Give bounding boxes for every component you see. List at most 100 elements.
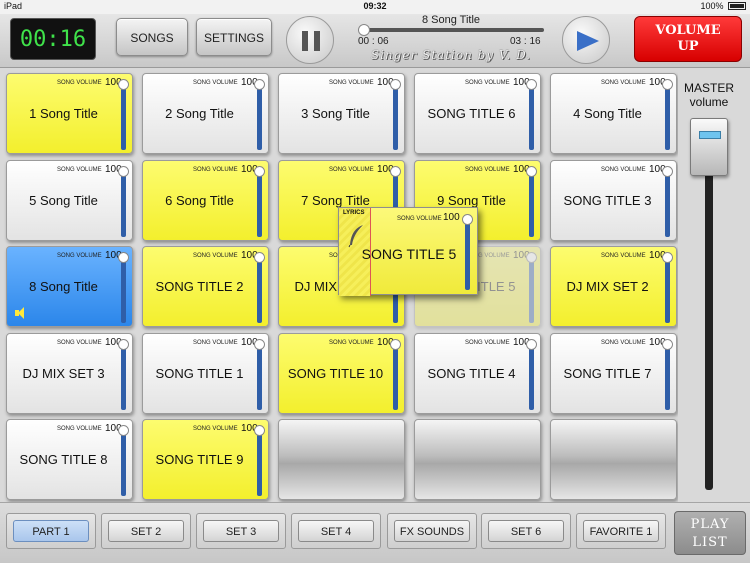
song-volume-knob[interactable] — [526, 166, 537, 177]
song-volume-slider[interactable] — [121, 257, 126, 323]
pad-title: 1 Song Title — [29, 106, 98, 121]
settings-button[interactable]: SETTINGS — [196, 18, 272, 56]
song-volume-slider[interactable] — [257, 430, 262, 496]
song-pad[interactable]: SONG VOLUME 100 SONG TITLE 8 — [6, 419, 133, 500]
song-pad[interactable]: SONG VOLUME 100 3 Song Title — [278, 73, 405, 154]
pad-title: 8 Song Title — [29, 279, 98, 294]
song-pad[interactable]: SONG VOLUME 100 5 Song Title — [6, 160, 133, 241]
song-volume-knob[interactable] — [118, 79, 129, 90]
song-volume-slider[interactable] — [257, 171, 262, 237]
song-volume-slider[interactable] — [529, 84, 534, 150]
master-volume-track[interactable] — [705, 168, 713, 490]
song-pad[interactable]: SONG VOLUME 100 DJ MIX SET 2 — [550, 246, 677, 327]
top-toolbar: 00:16 SONGS SETTINGS 8 Song Title 00 : 0… — [0, 14, 750, 68]
empty-pad[interactable] — [278, 419, 405, 500]
song-volume-slider[interactable] — [121, 84, 126, 150]
status-bar: iPad 09:32 100% — [0, 0, 750, 14]
set-tab[interactable]: PART 1 — [6, 513, 96, 549]
progress-slider[interactable] — [357, 24, 544, 36]
song-volume-knob[interactable] — [662, 166, 673, 177]
song-volume-knob[interactable] — [390, 166, 401, 177]
song-volume-knob[interactable] — [390, 79, 401, 90]
song-pad[interactable]: SONG VOLUME 100 SONG TITLE 1 — [142, 333, 269, 414]
song-pad[interactable]: SONG VOLUME 100 SONG TITLE 7 — [550, 333, 677, 414]
song-volume-slider[interactable] — [121, 171, 126, 237]
song-volume-label: SONG VOLUME — [465, 167, 510, 173]
song-pad[interactable]: SONG VOLUME 100 SONG TITLE 4 — [414, 333, 541, 414]
song-volume-slider[interactable] — [465, 220, 470, 290]
volume-up-button[interactable]: VOLUME UP — [634, 16, 742, 62]
song-volume-knob[interactable] — [662, 339, 673, 350]
song-volume-slider[interactable] — [257, 344, 262, 410]
pause-button[interactable] — [286, 16, 334, 64]
song-volume-slider[interactable] — [665, 257, 670, 323]
pad-title: 2 Song Title — [165, 106, 234, 121]
song-pad[interactable]: SONG VOLUME 100 8 Song Title — [6, 246, 133, 327]
song-volume-slider[interactable] — [121, 430, 126, 496]
pad-title: SONG TITLE 7 — [563, 366, 652, 381]
total-time: 03 : 16 — [510, 36, 541, 47]
song-volume-knob[interactable] — [254, 79, 265, 90]
song-volume-slider[interactable] — [665, 344, 670, 410]
song-volume-knob[interactable] — [254, 339, 265, 350]
song-volume-slider[interactable] — [393, 84, 398, 150]
set-tab[interactable]: SET 2 — [101, 513, 191, 549]
song-volume-slider[interactable] — [665, 171, 670, 237]
song-volume-slider[interactable] — [529, 344, 534, 410]
quill-icon — [348, 225, 363, 248]
pad-title: 5 Song Title — [29, 193, 98, 208]
songs-button[interactable]: SONGS — [116, 18, 188, 56]
speaker-icon — [15, 307, 29, 319]
set-tab-label: FX SOUNDS — [394, 520, 470, 542]
song-pad[interactable]: SONG VOLUME 100 SONG TITLE 6 — [414, 73, 541, 154]
song-volume-knob[interactable] — [254, 252, 265, 263]
empty-pad[interactable] — [414, 419, 541, 500]
dragged-song-pad[interactable]: LYRICS SONG VOLUME 100 SONG TITLE 5 — [338, 207, 478, 296]
song-pad[interactable]: SONG VOLUME 100 1 Song Title — [6, 73, 133, 154]
song-volume-knob[interactable] — [526, 252, 537, 263]
progress-knob[interactable] — [357, 24, 370, 36]
playlist-button[interactable]: PLAY LIST — [674, 511, 746, 555]
song-volume-slider[interactable] — [529, 171, 534, 237]
song-volume-knob[interactable] — [254, 166, 265, 177]
song-volume-knob[interactable] — [462, 214, 473, 225]
song-pad[interactable]: SONG VOLUME 100 2 Song Title — [142, 73, 269, 154]
song-volume-knob[interactable] — [118, 166, 129, 177]
song-volume-knob[interactable] — [526, 339, 537, 350]
song-volume-knob[interactable] — [254, 425, 265, 436]
pad-title: 7 Song Title — [301, 193, 370, 208]
song-volume-slider[interactable] — [529, 257, 534, 323]
song-pad[interactable]: SONG VOLUME 100 4 Song Title — [550, 73, 677, 154]
set-tab[interactable]: FX SOUNDS — [387, 513, 477, 549]
song-pad[interactable]: SONG VOLUME 100 SONG TITLE 10 — [278, 333, 405, 414]
song-volume-slider[interactable] — [257, 257, 262, 323]
song-pad[interactable]: SONG VOLUME 100 SONG TITLE 9 — [142, 419, 269, 500]
song-pad[interactable]: SONG VOLUME 100 SONG TITLE 3 — [550, 160, 677, 241]
song-volume-knob[interactable] — [390, 339, 401, 350]
song-pad[interactable]: SONG VOLUME 100 DJ MIX SET 3 — [6, 333, 133, 414]
song-volume-knob[interactable] — [662, 79, 673, 90]
song-volume-knob[interactable] — [118, 425, 129, 436]
song-pad[interactable]: SONG VOLUME 100 6 Song Title — [142, 160, 269, 241]
song-volume-slider[interactable] — [257, 84, 262, 150]
song-volume-slider[interactable] — [121, 344, 126, 410]
song-volume-knob[interactable] — [662, 252, 673, 263]
master-volume-thumb[interactable] — [690, 118, 728, 176]
set-tab[interactable]: SET 4 — [291, 513, 381, 549]
song-volume-knob[interactable] — [118, 339, 129, 350]
song-pad[interactable]: SONG VOLUME 100 SONG TITLE 2 — [142, 246, 269, 327]
play-icon — [577, 31, 599, 51]
song-volume-knob[interactable] — [526, 79, 537, 90]
song-volume-slider[interactable] — [393, 344, 398, 410]
song-volume-label: SONG VOLUME — [329, 340, 374, 346]
pad-title: 3 Song Title — [301, 106, 370, 121]
song-volume-slider[interactable] — [665, 84, 670, 150]
set-tab[interactable]: SET 6 — [481, 513, 571, 549]
empty-pad[interactable] — [550, 419, 677, 500]
play-next-button[interactable] — [562, 16, 610, 64]
set-tab[interactable]: FAVORITE 1 — [576, 513, 666, 549]
pad-title: SONG TITLE 6 — [427, 106, 516, 121]
song-volume-knob[interactable] — [118, 252, 129, 263]
set-tab[interactable]: SET 3 — [196, 513, 286, 549]
master-volume-panel: MASTER volume — [678, 68, 750, 502]
